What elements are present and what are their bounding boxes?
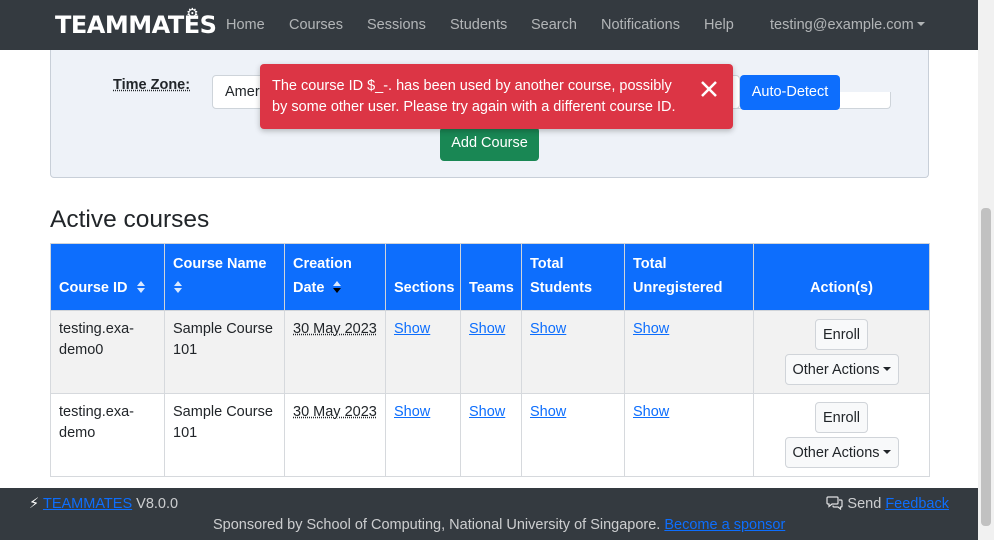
header-sections: Sections: [385, 243, 461, 311]
sections-cell: Show: [385, 310, 461, 394]
creation-date-cell: 30 May 2023: [284, 310, 386, 394]
top-navbar: TEAMMATES ⚙ Home Courses Sessions Studen…: [0, 0, 978, 50]
total-unregistered-cell: Show: [624, 310, 754, 394]
teams-cell: Show: [460, 393, 522, 477]
show-total-students-link[interactable]: Show: [530, 404, 566, 420]
header-creation-date[interactable]: Creation Date: [284, 243, 386, 311]
sort-icon: [174, 281, 182, 293]
header-teams: Teams: [460, 243, 522, 311]
nav-sessions[interactable]: Sessions: [367, 16, 426, 34]
send-text: Send: [847, 496, 882, 512]
user-email: testing@example.com: [770, 17, 914, 33]
version-text: V8.0.0: [136, 496, 179, 512]
table-row: testing.exa-demo Sample Course 101 30 Ma…: [50, 393, 930, 477]
course-name-cell: Sample Course 101: [164, 310, 285, 394]
show-sections-link[interactable]: Show: [394, 321, 430, 337]
nav-students[interactable]: Students: [450, 16, 507, 34]
show-total-unregistered-link[interactable]: Show: [633, 321, 669, 337]
caret-down-icon: [916, 22, 925, 26]
sort-desc-icon: [333, 281, 342, 293]
caret-down-icon: [882, 367, 891, 371]
show-total-students-link[interactable]: Show: [530, 321, 566, 337]
footer-sponsor: Sponsored by School of Computing, Nation…: [213, 516, 785, 534]
creation-date-cell: 30 May 2023: [284, 393, 386, 477]
header-total-unregistered: Total Unregistered: [624, 243, 754, 311]
become-sponsor-link[interactable]: Become a sponsor: [664, 517, 785, 533]
chat-icon: [826, 496, 843, 511]
header-actions: Action(s): [753, 243, 930, 311]
show-total-unregistered-link[interactable]: Show: [633, 404, 669, 420]
course-id-cell: testing.exa-demo0: [50, 310, 165, 394]
footer-feedback: Send Feedback: [826, 495, 949, 513]
sponsor-text: Sponsored by School of Computing, Nation…: [213, 517, 661, 533]
header-total-students: Total Students: [521, 243, 625, 311]
nav-home[interactable]: Home: [226, 16, 265, 34]
enroll-button[interactable]: Enroll: [815, 402, 868, 433]
table-header-row: Course ID Course Name Creation Date Sect…: [50, 243, 930, 311]
header-course-id[interactable]: Course ID: [50, 243, 165, 311]
teams-cell: Show: [460, 310, 522, 394]
creation-date: 30 May 2023: [293, 321, 377, 337]
creation-date: 30 May 2023: [293, 404, 377, 420]
timezone-label: Time Zone:: [113, 77, 191, 93]
caret-down-icon: [882, 450, 891, 454]
enroll-button[interactable]: Enroll: [815, 319, 868, 350]
table-row: testing.exa-demo0 Sample Course 101 30 M…: [50, 310, 930, 394]
nav-search[interactable]: Search: [531, 16, 577, 34]
user-menu[interactable]: testing@example.com: [770, 16, 925, 34]
other-actions-label: Other Actions: [792, 445, 880, 461]
course-id-cell: testing.exa-demo: [50, 393, 165, 477]
header-course-name[interactable]: Course Name: [164, 243, 285, 311]
actions-cell: Enroll Other Actions: [753, 393, 930, 477]
gear-icon: ⚙: [186, 5, 199, 21]
actions-cell: Enroll Other Actions: [753, 310, 930, 394]
active-courses-heading: Active courses: [50, 206, 210, 233]
scrollbar-thumb[interactable]: [981, 208, 991, 526]
nav-help[interactable]: Help: [704, 16, 734, 34]
autodetect-button[interactable]: Auto-Detect: [740, 75, 840, 110]
other-actions-label: Other Actions: [792, 362, 880, 378]
show-teams-link[interactable]: Show: [469, 404, 505, 420]
add-course-button[interactable]: Add Course: [440, 127, 539, 161]
nav-courses[interactable]: Courses: [289, 16, 343, 34]
feedback-link[interactable]: Feedback: [885, 496, 949, 512]
toast-message: The course ID $_-. has been used by anot…: [272, 78, 676, 115]
close-icon[interactable]: [696, 76, 722, 102]
show-sections-link[interactable]: Show: [394, 404, 430, 420]
total-students-cell: Show: [521, 393, 625, 477]
active-courses-table: Course ID Course Name Creation Date Sect…: [50, 243, 930, 477]
footer: ⚡ TEAMMATES V8.0.0 Send Feedback Sponsor…: [0, 488, 978, 540]
bolt-icon: ⚡: [29, 496, 40, 512]
course-name-cell: Sample Course 101: [164, 393, 285, 477]
sort-icon: [136, 281, 145, 293]
total-unregistered-cell: Show: [624, 393, 754, 477]
show-teams-link[interactable]: Show: [469, 321, 505, 337]
footer-version: ⚡ TEAMMATES V8.0.0: [29, 495, 178, 513]
sections-cell: Show: [385, 393, 461, 477]
nav-notifications[interactable]: Notifications: [601, 16, 680, 34]
other-actions-button[interactable]: Other Actions: [784, 437, 899, 468]
error-toast: The course ID $_-. has been used by anot…: [260, 64, 733, 129]
other-actions-button[interactable]: Other Actions: [784, 354, 899, 385]
teammates-link[interactable]: TEAMMATES: [43, 496, 132, 512]
total-students-cell: Show: [521, 310, 625, 394]
